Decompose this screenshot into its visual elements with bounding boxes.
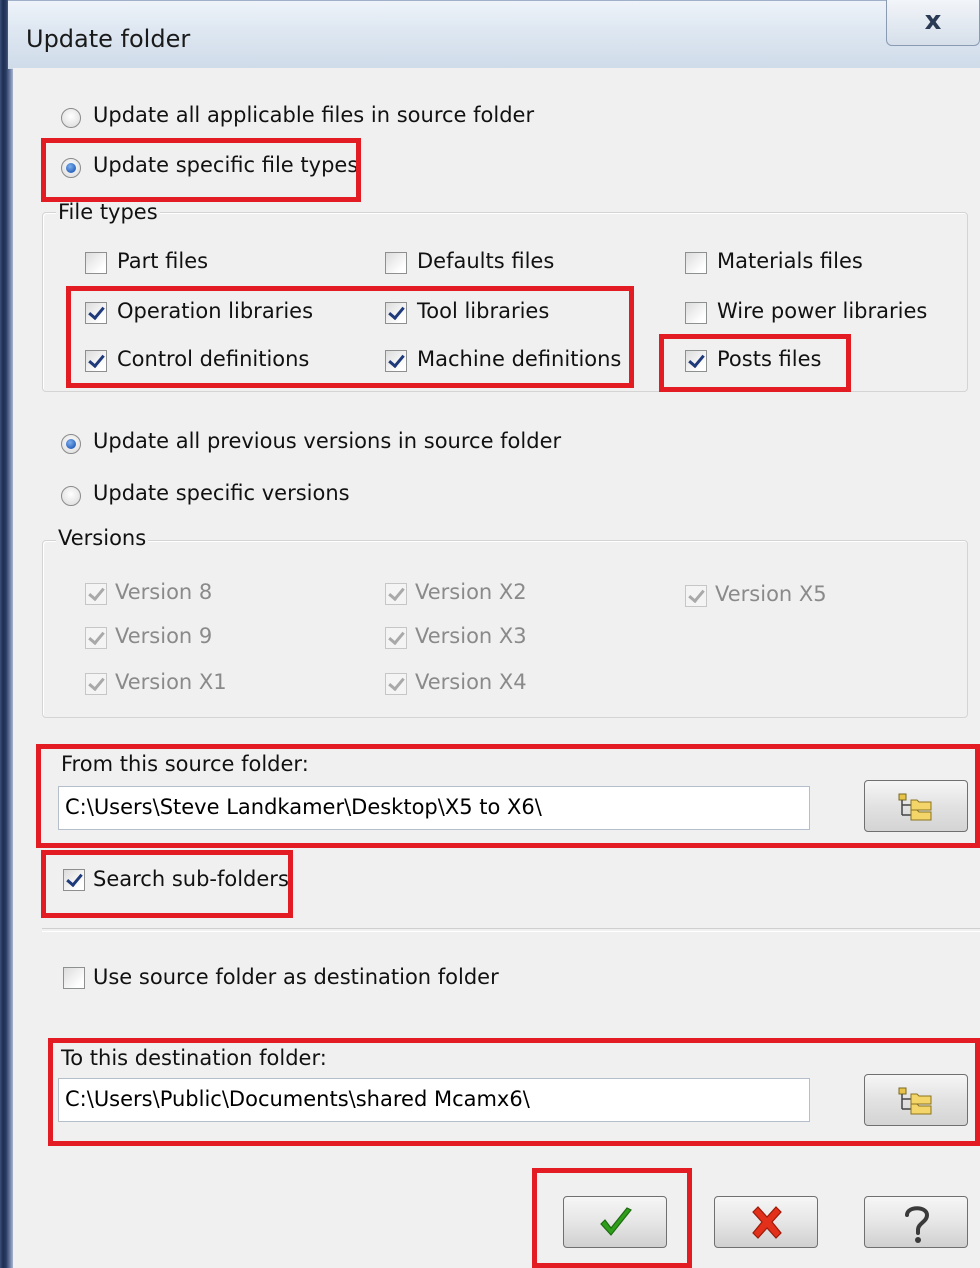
checkbox-version-x5 — [685, 585, 707, 607]
radio-update-all-files-label[interactable]: Update all applicable files in source fo… — [93, 103, 534, 127]
versions-group-label: Versions — [56, 526, 149, 550]
dialog-body: Update all applicable files in source fo… — [13, 68, 980, 1268]
red-x-icon — [752, 1206, 782, 1239]
question-mark-icon — [905, 1206, 930, 1243]
checkbox-version-x2 — [385, 583, 407, 605]
checkbox-wire-power-libraries-label[interactable]: Wire power libraries — [717, 299, 927, 323]
section-divider — [42, 928, 980, 932]
checkbox-use-source-as-destination-label[interactable]: Use source folder as destination folder — [93, 965, 499, 989]
checkbox-version-x5-label: Version X5 — [715, 582, 827, 606]
radio-update-all-files[interactable] — [61, 108, 81, 128]
checkbox-version-x3-label: Version X3 — [415, 624, 527, 648]
highlight-source-folder — [36, 744, 980, 848]
checkbox-wire-power-libraries[interactable] — [685, 302, 707, 324]
checkbox-version-x1 — [85, 673, 107, 695]
highlight-specific-file-types — [41, 138, 361, 202]
window-title: Update folder — [26, 25, 191, 53]
radio-update-all-versions-label[interactable]: Update all previous versions in source f… — [93, 429, 561, 453]
checkbox-materials-files[interactable] — [685, 252, 707, 274]
checkbox-version-9-label: Version 9 — [115, 624, 213, 648]
help-button[interactable] — [864, 1196, 968, 1248]
checkbox-defaults-files-label[interactable]: Defaults files — [417, 249, 554, 273]
highlight-ok-button — [532, 1168, 692, 1268]
checkbox-version-x3 — [385, 627, 407, 649]
checkbox-version-x4 — [385, 673, 407, 695]
checkbox-version-x2-label: Version X2 — [415, 580, 527, 604]
checkbox-version-x1-label: Version X1 — [115, 670, 227, 694]
file-types-group-label: File types — [56, 200, 160, 224]
radio-update-specific-versions[interactable] — [61, 486, 81, 506]
checkbox-part-files[interactable] — [85, 252, 107, 274]
checkbox-use-source-as-destination[interactable] — [63, 967, 85, 989]
window-frame-left — [0, 0, 13, 1268]
checkbox-version-x4-label: Version X4 — [415, 670, 527, 694]
cancel-button[interactable] — [714, 1196, 818, 1248]
highlight-posts-files — [659, 334, 851, 392]
highlight-libraries-definitions — [66, 286, 634, 388]
radio-update-specific-versions-label[interactable]: Update specific versions — [93, 481, 350, 505]
radio-update-all-versions[interactable] — [61, 434, 81, 454]
title-bar[interactable]: Update folder — [8, 0, 980, 69]
close-button[interactable]: x — [886, 0, 980, 46]
close-icon: x — [924, 6, 942, 36]
checkbox-defaults-files[interactable] — [385, 252, 407, 274]
highlight-search-subfolders — [41, 850, 293, 918]
checkbox-version-8 — [85, 583, 107, 605]
checkbox-materials-files-label[interactable]: Materials files — [717, 249, 863, 273]
checkbox-part-files-label[interactable]: Part files — [117, 249, 208, 273]
checkbox-version-9 — [85, 627, 107, 649]
highlight-destination-folder — [48, 1038, 980, 1146]
checkbox-version-8-label: Version 8 — [115, 580, 213, 604]
